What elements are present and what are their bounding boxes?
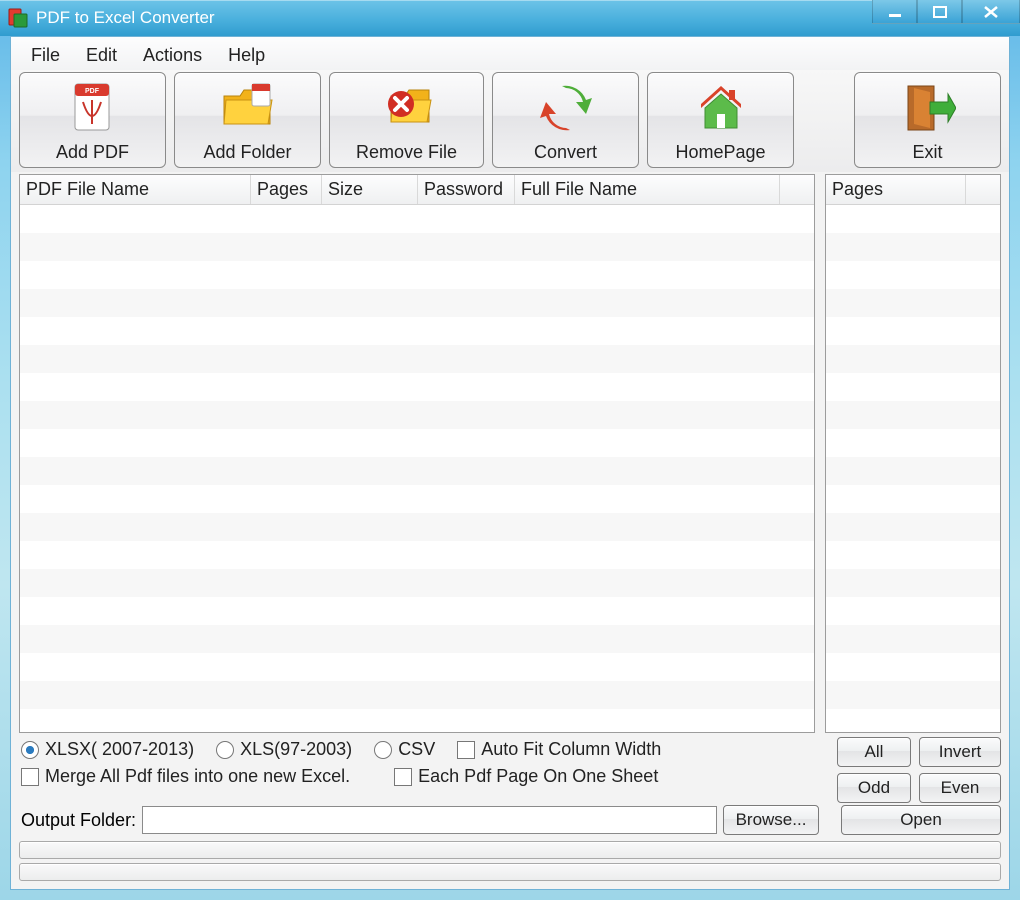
merge-label: Merge All Pdf files into one new Excel. — [45, 766, 350, 787]
toolbar: PDF Add PDF Add Folder — [11, 70, 1009, 172]
maximize-icon — [932, 5, 948, 19]
homepage-button[interactable]: HomePage — [647, 72, 794, 168]
col-pages[interactable]: Pages — [251, 175, 322, 204]
even-button[interactable]: Even — [919, 773, 1001, 803]
app-icon — [8, 8, 28, 28]
output-folder-label: Output Folder: — [21, 810, 136, 831]
close-icon — [982, 5, 1000, 19]
bottom-area: XLSX( 2007-2013) XLS(97-2003) CSV Auto F… — [11, 733, 1009, 889]
col-pdf-file-name[interactable]: PDF File Name — [20, 175, 251, 204]
pages-list[interactable]: Pages — [825, 174, 1001, 733]
middle-area: PDF File Name Pages Size Password Full F… — [11, 172, 1009, 733]
menubar: File Edit Actions Help — [11, 37, 1009, 70]
convert-label: Convert — [534, 142, 597, 163]
convert-button[interactable]: Convert — [492, 72, 639, 168]
output-row: Output Folder: Browse... Open — [11, 803, 1009, 839]
file-list-rows[interactable] — [20, 205, 814, 732]
col-full-file-name[interactable]: Full File Name — [515, 175, 780, 204]
close-button[interactable] — [962, 0, 1020, 24]
file-list-header: PDF File Name Pages Size Password Full F… — [20, 175, 814, 205]
odd-button[interactable]: Odd — [837, 773, 911, 803]
client-area: File Edit Actions Help PDF Add PDF — [10, 36, 1010, 890]
exit-label: Exit — [912, 142, 942, 163]
pages-list-header: Pages — [826, 175, 1000, 205]
titlebar[interactable]: PDF to Excel Converter — [0, 0, 1020, 36]
output-folder-input[interactable] — [142, 806, 717, 834]
browse-button[interactable]: Browse... — [723, 805, 819, 835]
format-xlsx-label: XLSX( 2007-2013) — [45, 739, 194, 760]
remove-file-label: Remove File — [356, 142, 457, 163]
exit-icon — [900, 73, 956, 142]
minimize-button[interactable] — [872, 0, 917, 24]
merge-checkbox[interactable] — [21, 768, 39, 786]
menu-edit[interactable]: Edit — [76, 43, 127, 68]
window-title: PDF to Excel Converter — [36, 8, 215, 28]
exit-button[interactable]: Exit — [854, 72, 1001, 168]
home-icon — [693, 73, 749, 142]
minimize-icon — [887, 5, 903, 19]
add-folder-label: Add Folder — [203, 142, 291, 163]
maximize-button[interactable] — [917, 0, 962, 24]
pages-list-rows[interactable] — [826, 205, 1000, 732]
select-all-button[interactable]: All — [837, 737, 911, 767]
open-button[interactable]: Open — [841, 805, 1001, 835]
col-side-pages[interactable]: Pages — [826, 175, 966, 204]
options: XLSX( 2007-2013) XLS(97-2003) CSV Auto F… — [11, 733, 837, 787]
autofit-label: Auto Fit Column Width — [481, 739, 661, 760]
selection-buttons: All Invert Odd Even — [837, 733, 1009, 803]
folder-icon — [218, 73, 278, 142]
progress-bar-2 — [19, 863, 1001, 881]
remove-icon — [377, 73, 437, 142]
menu-help[interactable]: Help — [218, 43, 275, 68]
menu-actions[interactable]: Actions — [133, 43, 212, 68]
homepage-label: HomePage — [675, 142, 765, 163]
format-csv-label: CSV — [398, 739, 435, 760]
window-buttons — [872, 0, 1020, 24]
format-xls-radio[interactable] — [216, 741, 234, 759]
remove-file-button[interactable]: Remove File — [329, 72, 484, 168]
menu-file[interactable]: File — [21, 43, 70, 68]
file-list[interactable]: PDF File Name Pages Size Password Full F… — [19, 174, 815, 733]
svg-text:PDF: PDF — [85, 88, 100, 95]
col-side-spacer — [966, 175, 1000, 204]
progress-bar-1 — [19, 841, 1001, 859]
col-password[interactable]: Password — [418, 175, 515, 204]
add-folder-button[interactable]: Add Folder — [174, 72, 321, 168]
pdf-file-icon: PDF — [65, 73, 121, 142]
add-pdf-label: Add PDF — [56, 142, 129, 163]
col-spacer — [780, 175, 814, 204]
format-csv-radio[interactable] — [374, 741, 392, 759]
add-pdf-button[interactable]: PDF Add PDF — [19, 72, 166, 168]
each-page-label: Each Pdf Page On One Sheet — [418, 766, 658, 787]
invert-button[interactable]: Invert — [919, 737, 1001, 767]
col-size[interactable]: Size — [322, 175, 418, 204]
convert-icon — [538, 73, 594, 142]
format-xls-label: XLS(97-2003) — [240, 739, 352, 760]
format-xlsx-radio[interactable] — [21, 741, 39, 759]
autofit-checkbox[interactable] — [457, 741, 475, 759]
app-window: PDF to Excel Converter File Edit Actions… — [0, 0, 1020, 900]
each-page-checkbox[interactable] — [394, 768, 412, 786]
